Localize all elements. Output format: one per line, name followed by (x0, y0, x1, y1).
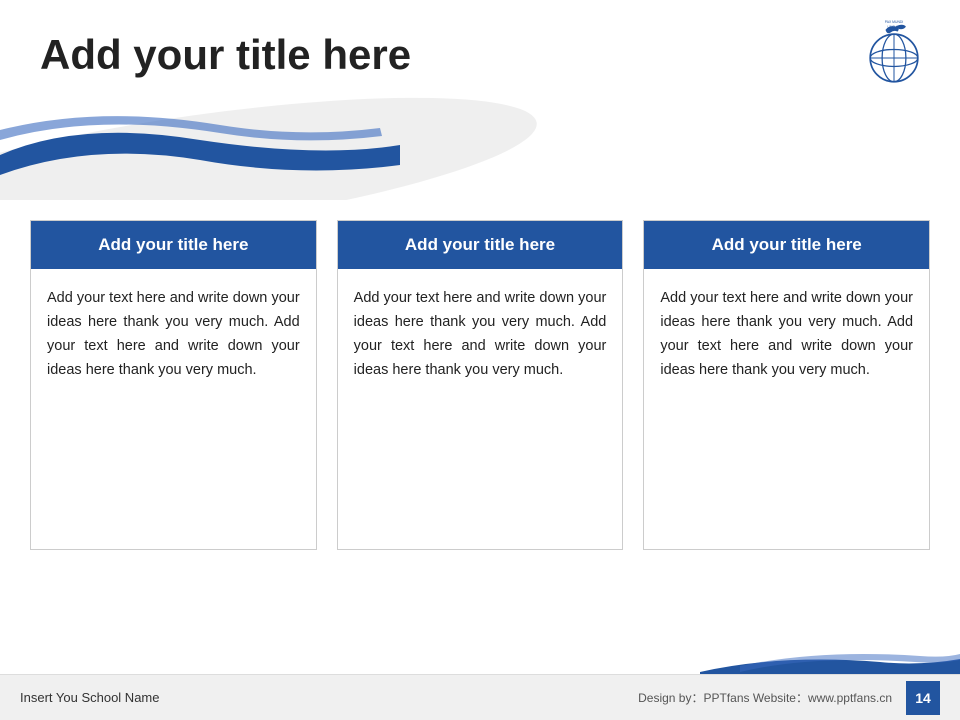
logo: PAX MUNDI LINGUAS (860, 18, 940, 98)
svg-text:PAX MUNDI: PAX MUNDI (885, 20, 904, 24)
column-3: Add your title here Add your text here a… (643, 220, 930, 550)
column-1: Add your title here Add your text here a… (30, 220, 317, 550)
columns-container: Add your title here Add your text here a… (30, 220, 930, 550)
main-title: Add your title here (40, 30, 411, 80)
svg-text:LINGUAS: LINGUAS (887, 24, 900, 28)
column-3-header: Add your title here (644, 221, 929, 269)
page-number: 14 (906, 681, 940, 715)
column-1-body: Add your text here and write down your i… (31, 269, 316, 549)
column-2-header: Add your title here (338, 221, 623, 269)
footer-bar: Insert You School Name Design by：PPTfans… (0, 674, 960, 720)
credit-text: Design by：PPTfans Website：www.pptfans.cn (638, 689, 892, 706)
slide: PAX MUNDI LINGUAS Add your title here Ad… (0, 0, 960, 720)
school-name: Insert You School Name (20, 690, 638, 705)
column-3-body: Add your text here and write down your i… (644, 269, 929, 549)
column-2: Add your title here Add your text here a… (337, 220, 624, 550)
column-2-body: Add your text here and write down your i… (338, 269, 623, 549)
bottom-swoosh-decoration (700, 644, 960, 674)
column-1-header: Add your title here (31, 221, 316, 269)
